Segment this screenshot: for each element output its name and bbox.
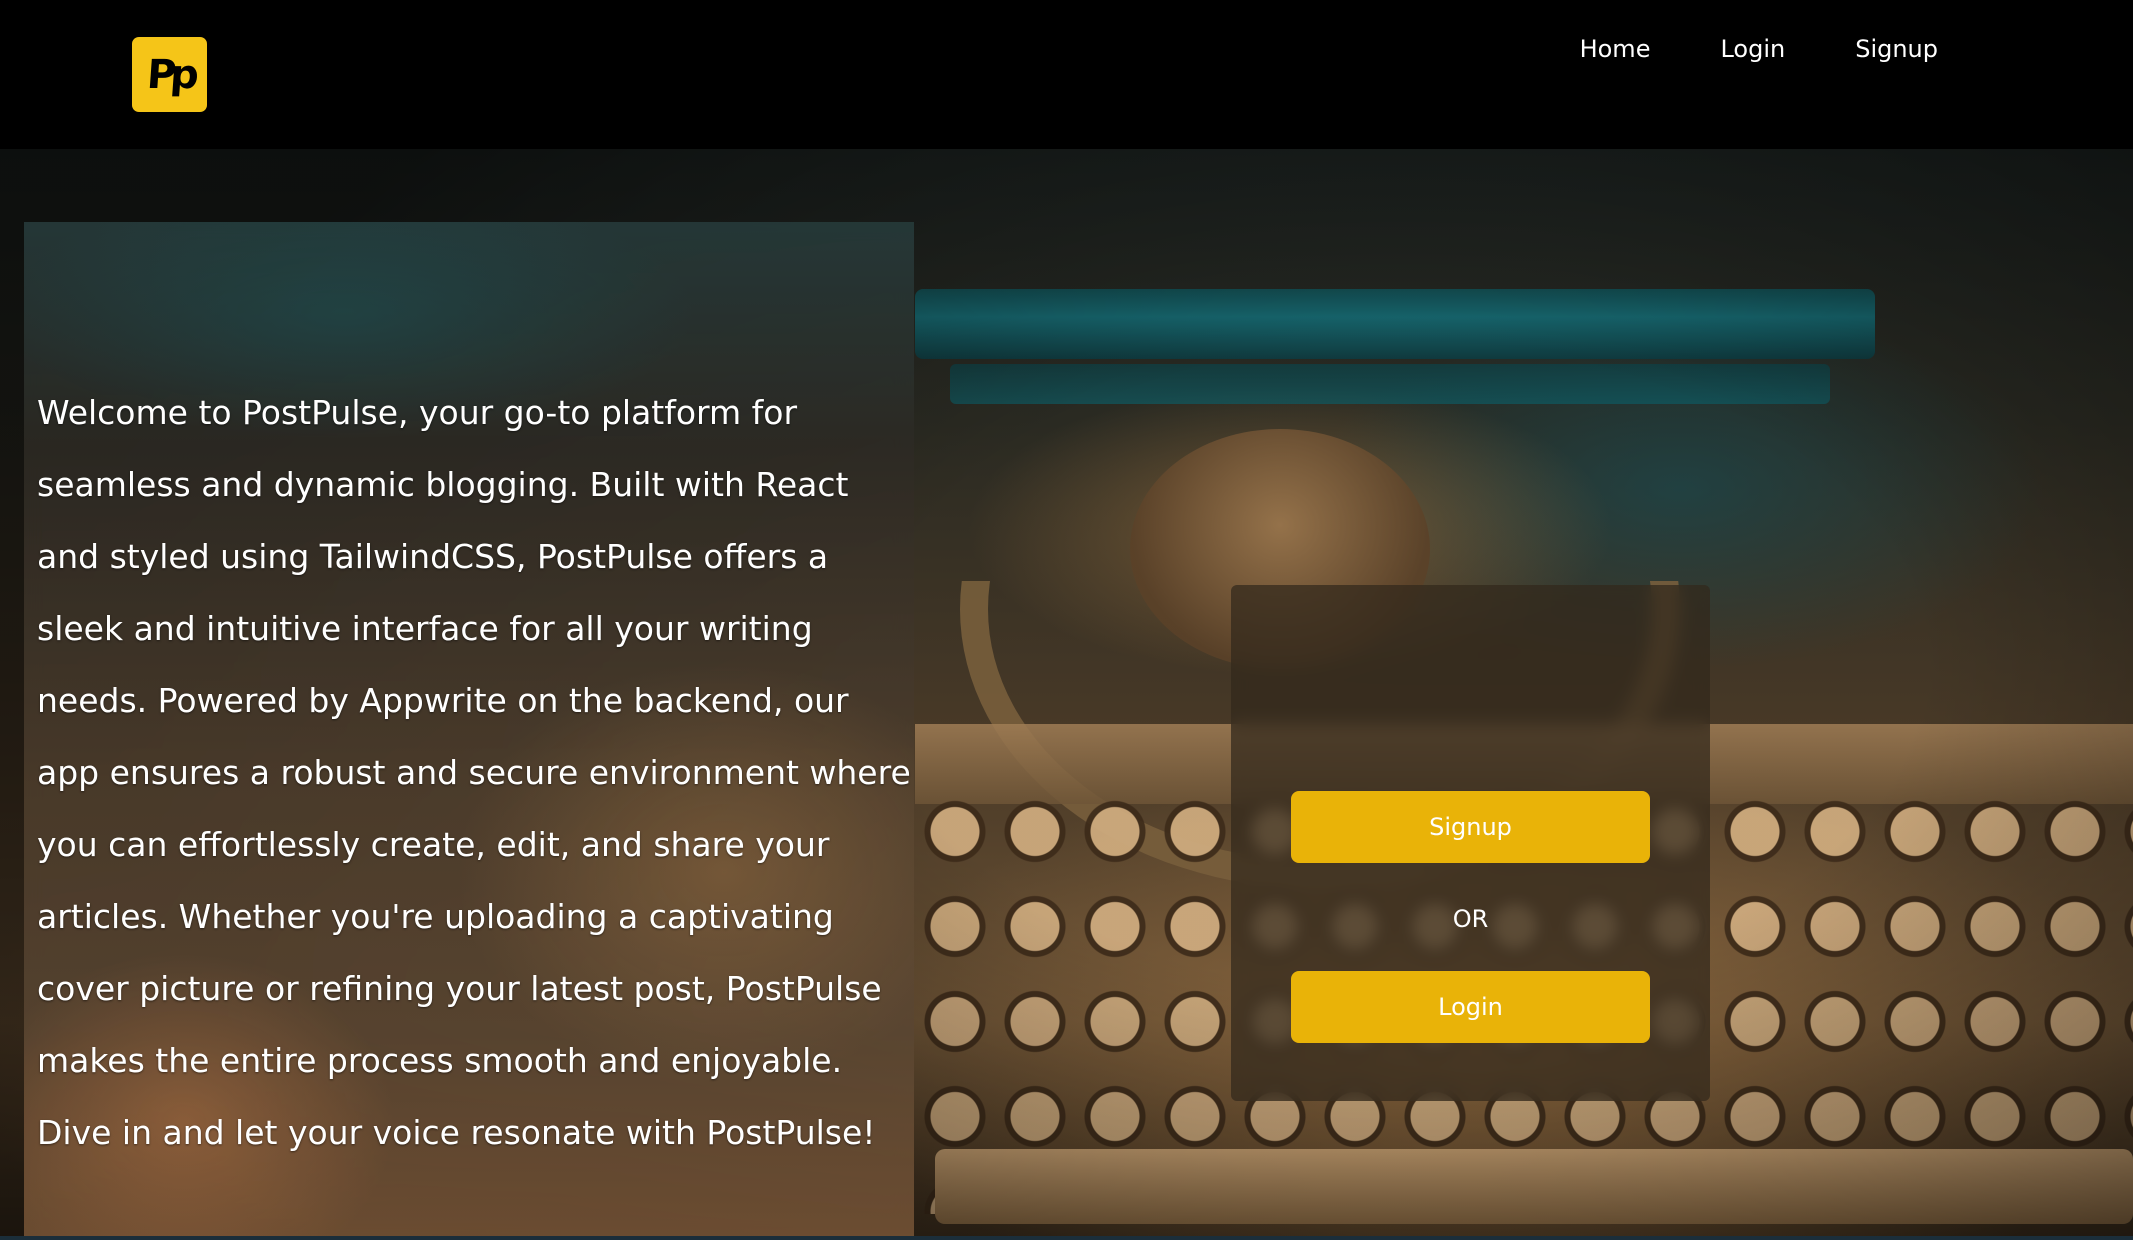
- login-button[interactable]: Login: [1291, 971, 1650, 1043]
- nav-link-home[interactable]: Home: [1545, 34, 1686, 64]
- nav-link-login[interactable]: Login: [1685, 34, 1820, 64]
- bottom-border: [0, 1236, 2133, 1240]
- signup-button[interactable]: Signup: [1291, 791, 1650, 863]
- description-panel: Welcome to PostPulse, your go-to platfor…: [24, 222, 914, 1240]
- nav-links: Home Login Signup: [1545, 34, 1973, 64]
- auth-card: Signup OR Login: [1231, 585, 1710, 1101]
- logo[interactable]: Pp: [132, 37, 207, 112]
- or-divider: OR: [1452, 905, 1489, 933]
- hero-section: Welcome to PostPulse, your go-to platfor…: [0, 149, 2133, 1240]
- hero-description: Welcome to PostPulse, your go-to platfor…: [37, 393, 911, 1152]
- navbar: Pp Home Login Signup: [0, 0, 2133, 149]
- logo-text: Pp: [144, 51, 195, 98]
- nav-link-signup[interactable]: Signup: [1820, 34, 1973, 64]
